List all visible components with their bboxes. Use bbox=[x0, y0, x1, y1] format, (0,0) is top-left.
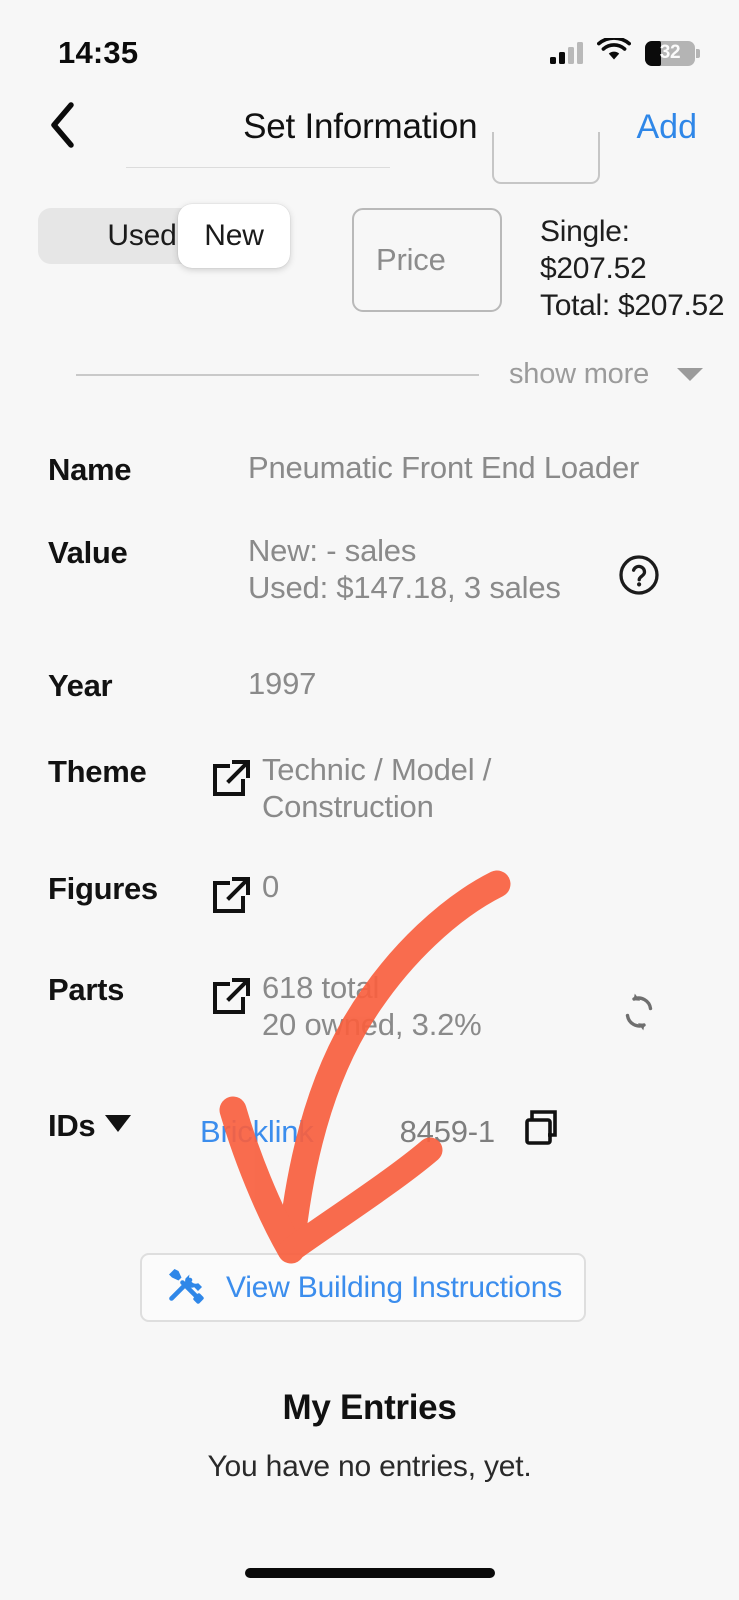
info-value-figures: 0 bbox=[262, 869, 280, 904]
view-building-instructions-button[interactable]: View Building Instructions bbox=[140, 1253, 586, 1322]
condition-price-row: Used New Price Single: $207.52 Total: $2… bbox=[0, 204, 739, 325]
refresh-sync-icon bbox=[617, 993, 661, 1038]
info-value-theme: Technic / Model / Construction bbox=[262, 752, 491, 825]
theme-line-2: Construction bbox=[262, 788, 434, 824]
status-bar-time: 14:35 bbox=[58, 35, 139, 70]
show-more-label[interactable]: show more bbox=[509, 358, 649, 391]
info-label-name: Name bbox=[48, 452, 132, 487]
info-row-year: Year 1997 bbox=[0, 666, 739, 730]
price-single-amount: $207.52 bbox=[540, 251, 647, 285]
scrolled-content-edge bbox=[0, 132, 739, 192]
ids-value: 8459-1 bbox=[399, 1114, 496, 1149]
price-total: Total: $207.52 bbox=[540, 288, 725, 322]
set-information-screen: 14:35 32 Set Information Add Used New Pr… bbox=[0, 0, 739, 1600]
tools-hammer-wrench-icon bbox=[164, 1264, 206, 1311]
status-bar-indicators: 32 bbox=[550, 36, 700, 68]
info-label-value: Value bbox=[48, 535, 128, 570]
divider bbox=[126, 167, 390, 168]
info-value-parts: 618 total 20 owned, 3.2% bbox=[262, 970, 482, 1043]
info-label-theme: Theme bbox=[48, 754, 147, 789]
navigation-bar: Set Information Add bbox=[0, 88, 739, 166]
value-used-line: Used: $147.18, 3 sales bbox=[248, 569, 561, 605]
caret-down-icon[interactable] bbox=[105, 1115, 132, 1132]
info-row-parts: Parts 618 total 20 owned, 3.2% bbox=[0, 970, 739, 1043]
info-row-ids: IDs Bricklink 8459-1 bbox=[0, 1106, 739, 1170]
info-row-figures: Figures 0 bbox=[0, 869, 739, 933]
cellular-signal-icon bbox=[550, 42, 583, 64]
add-button[interactable]: Add bbox=[637, 108, 708, 147]
ids-label-text: IDs bbox=[48, 1108, 96, 1143]
my-entries-heading: My Entries bbox=[282, 1388, 457, 1427]
price-single-label: Single: bbox=[540, 215, 630, 248]
price-summary: Single: $207.52 Total: $207.52 bbox=[540, 208, 725, 325]
divider bbox=[76, 373, 479, 376]
wifi-icon bbox=[597, 36, 631, 68]
copy-button[interactable] bbox=[519, 1106, 563, 1159]
my-entries-empty-text: You have no entries, yet. bbox=[207, 1450, 532, 1483]
question-circle-icon bbox=[617, 555, 661, 601]
value-help-button[interactable] bbox=[617, 553, 661, 602]
price-input-placeholder: Price bbox=[376, 242, 446, 277]
view-building-instructions-label: View Building Instructions bbox=[225, 1270, 563, 1304]
chevron-left-icon bbox=[47, 101, 77, 154]
segment-new[interactable]: New bbox=[178, 204, 290, 268]
show-more-row[interactable]: show more bbox=[0, 358, 739, 391]
parts-owned-line: 20 owned, 3.2% bbox=[262, 1006, 482, 1042]
info-value-year: 1997 bbox=[248, 666, 317, 701]
info-label-year: Year bbox=[48, 668, 113, 703]
parts-external-link-button[interactable] bbox=[200, 970, 262, 1025]
info-label-figures: Figures bbox=[48, 871, 158, 906]
theme-line-1: Technic / Model / bbox=[262, 752, 492, 787]
info-row-name: Name Pneumatic Front End Loader bbox=[0, 450, 739, 514]
copy-icon bbox=[519, 1106, 563, 1159]
battery-icon: 32 bbox=[645, 40, 700, 66]
home-indicator bbox=[244, 1568, 495, 1578]
info-row-value: Value New: - sales Used: $147.18, 3 sale… bbox=[0, 533, 739, 606]
battery-percent-label: 32 bbox=[659, 42, 681, 63]
info-row-theme: Theme Technic / Model / Construction bbox=[0, 752, 739, 825]
status-bar: 14:35 32 bbox=[0, 0, 739, 88]
figures-external-link-button[interactable] bbox=[200, 869, 262, 924]
info-label-ids: IDs bbox=[48, 1106, 200, 1144]
back-button[interactable] bbox=[34, 99, 90, 155]
info-value-ids: Bricklink 8459-1 bbox=[200, 1106, 563, 1159]
ids-source-link[interactable]: Bricklink bbox=[200, 1114, 314, 1149]
condition-segmented-control[interactable]: Used New bbox=[38, 204, 290, 268]
external-link-icon bbox=[207, 754, 255, 807]
chevron-down-icon[interactable] bbox=[677, 368, 703, 381]
price-input[interactable]: Price bbox=[352, 208, 502, 312]
theme-external-link-button[interactable] bbox=[200, 752, 262, 807]
parts-refresh-button[interactable] bbox=[617, 990, 661, 1039]
info-value-value: New: - sales Used: $147.18, 3 sales bbox=[248, 533, 561, 606]
quantity-field-partial[interactable] bbox=[492, 132, 600, 184]
info-label-parts: Parts bbox=[48, 972, 125, 1007]
external-link-icon bbox=[207, 871, 255, 924]
external-link-icon bbox=[207, 972, 255, 1025]
parts-total-line: 618 total bbox=[262, 970, 380, 1005]
value-new-line: New: - sales bbox=[248, 533, 417, 568]
info-value-name: Pneumatic Front End Loader bbox=[248, 450, 640, 485]
